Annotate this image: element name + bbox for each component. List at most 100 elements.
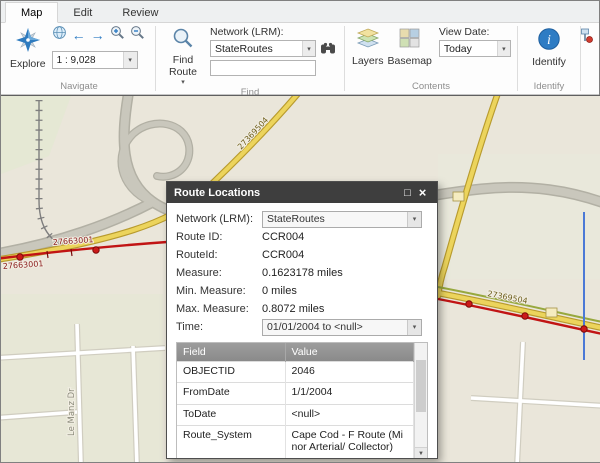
group-label-identify: Identify — [518, 81, 580, 94]
layers-button[interactable]: Layers — [350, 26, 386, 69]
dialog-title: Route Locations — [174, 187, 400, 199]
group-label-contents: Contents — [345, 81, 517, 94]
time-select[interactable]: 01/01/2004 to <null> ▾ — [262, 319, 422, 336]
field-value: CCR004 — [262, 249, 304, 261]
map-canvas[interactable]: 27663001 27663001 27369504 27369504 Le M… — [1, 95, 600, 462]
binoculars-icon[interactable] — [320, 42, 336, 55]
field-cell: ToDate — [177, 404, 285, 425]
field-cell: OBJECTID — [177, 362, 285, 383]
next-extent-icon[interactable]: → — [91, 28, 105, 42]
network-lrm-value: StateRoutes — [215, 43, 273, 55]
field-cell: Route_System — [177, 426, 285, 458]
column-header-value[interactable]: Value — [285, 343, 414, 362]
tab-map[interactable]: Map — [5, 2, 58, 23]
field-label: Measure: — [176, 267, 262, 279]
field-value: CCR004 — [262, 231, 304, 243]
route-locations-dialog: Route Locations □ × Network (LRM): State… — [166, 181, 438, 459]
table-row[interactable]: FromDate 1/1/2004 — [177, 383, 414, 404]
field-label: Network (LRM): — [176, 213, 262, 225]
field-row-time: Time: 01/01/2004 to <null> ▾ — [176, 318, 428, 336]
ribbon: Map Edit Review — [1, 1, 599, 95]
zoom-in-icon[interactable] — [110, 25, 125, 45]
table-row[interactable]: Route_System Cape Cod - F Route (Minor A… — [177, 426, 414, 458]
field-label: Route ID: — [176, 231, 262, 243]
field-row-routeid: RouteId: CCR004 — [176, 246, 428, 264]
network-lrm-combo[interactable]: StateRoutes ▾ — [210, 40, 316, 57]
globe-icon[interactable] — [52, 25, 67, 45]
chevron-down-icon: ▾ — [497, 41, 510, 56]
point-event-tool-icon[interactable] — [578, 28, 594, 49]
dialog-title-bar[interactable]: Route Locations □ × — [167, 182, 437, 203]
network-lrm-label: Network (LRM): — [210, 26, 336, 40]
identify-label: Identify — [532, 57, 566, 69]
basemap-label: Basemap — [388, 56, 432, 68]
field-value: 0 miles — [262, 285, 297, 297]
chevron-down-icon: ▾ — [302, 41, 315, 56]
street-label: Le Manz Dr — [67, 388, 77, 436]
value-cell: 2046 — [285, 362, 414, 383]
find-route-button[interactable]: Find Route ▾ — [161, 26, 205, 87]
explore-button[interactable]: Explore — [8, 26, 48, 72]
view-date-value: Today — [444, 43, 472, 55]
field-row-min-measure: Min. Measure: 0 miles — [176, 282, 428, 300]
app-window: Map Edit Review — [0, 0, 600, 463]
view-date-label: View Date: — [439, 26, 512, 40]
field-row-max-measure: Max. Measure: 0.8072 miles — [176, 300, 428, 318]
view-date-combo[interactable]: Today ▾ — [439, 40, 511, 57]
value-cell: Cape Cod - F Route (Minor Arterial/ Coll… — [285, 426, 414, 458]
compass-icon — [15, 27, 41, 57]
dialog-body: Network (LRM): StateRoutes ▾ Route ID: C… — [167, 203, 437, 458]
field-row-measure: Measure: 0.1623178 miles — [176, 264, 428, 282]
field-row-network: Network (LRM): StateRoutes ▾ — [176, 210, 428, 228]
tab-review[interactable]: Review — [107, 3, 173, 22]
find-route-label: Find Route — [163, 55, 203, 79]
group-navigate: Explore ← → — [3, 23, 155, 94]
basemap-button[interactable]: Basemap — [386, 26, 434, 69]
tab-edit[interactable]: Edit — [58, 3, 107, 22]
field-value: 0.1623178 miles — [262, 267, 343, 279]
field-value: 0.8072 miles — [262, 303, 324, 315]
field-row-route-id: Route ID: CCR004 — [176, 228, 428, 246]
map-scale-combo[interactable]: 1 : 9,028 ▾ — [52, 51, 138, 69]
info-icon: i — [537, 27, 561, 55]
ribbon-body: Explore ← → — [1, 23, 599, 95]
maximize-icon[interactable]: □ — [400, 187, 415, 199]
scrollbar-thumb[interactable] — [416, 360, 426, 412]
time-select-value: 01/01/2004 to <null> — [267, 321, 363, 333]
value-cell: 1/1/2004 — [285, 383, 414, 404]
basemap-icon — [398, 27, 422, 54]
field-label: Time: — [176, 321, 262, 333]
table-row[interactable]: ToDate <null> — [177, 404, 414, 425]
chevron-down-icon: ▾ — [123, 52, 137, 68]
map-scale-value: 1 : 9,028 — [57, 55, 96, 66]
field-label: RouteId: — [176, 249, 262, 261]
layers-label: Layers — [352, 56, 384, 68]
ribbon-tab-bar: Map Edit Review — [1, 1, 599, 23]
table-row[interactable]: OBJECTID 2046 — [177, 362, 414, 383]
magnifier-icon — [172, 27, 194, 53]
layers-icon — [356, 27, 380, 54]
svg-text:i: i — [547, 33, 551, 48]
scroll-down-icon[interactable]: ▼ — [415, 447, 427, 458]
group-label-navigate: Navigate — [3, 81, 155, 94]
group-find: Find Route ▾ Network (LRM): StateRoutes … — [156, 23, 344, 94]
route-input[interactable] — [210, 60, 316, 76]
explore-label: Explore — [10, 59, 46, 71]
chevron-down-icon: ▾ — [181, 79, 185, 86]
zoom-out-icon[interactable] — [130, 25, 145, 45]
chevron-down-icon: ▾ — [407, 212, 421, 227]
value-cell: <null> — [285, 404, 414, 425]
network-select-value: StateRoutes — [267, 213, 325, 225]
table-header-row: Field Value — [177, 343, 414, 362]
close-icon[interactable]: × — [415, 185, 430, 200]
table-scrollbar[interactable]: ▼ — [414, 343, 427, 458]
field-label: Max. Measure: — [176, 303, 262, 315]
field-cell: FromDate — [177, 383, 285, 404]
field-label: Min. Measure: — [176, 285, 262, 297]
attribute-table: Field Value OBJECTID 2046 FromDate — [176, 342, 428, 458]
column-header-field[interactable]: Field — [177, 343, 285, 362]
identify-button[interactable]: i Identify — [530, 26, 568, 70]
previous-extent-icon[interactable]: ← — [72, 28, 86, 42]
network-select[interactable]: StateRoutes ▾ — [262, 211, 422, 228]
group-identify: i Identify Identify — [518, 23, 580, 94]
